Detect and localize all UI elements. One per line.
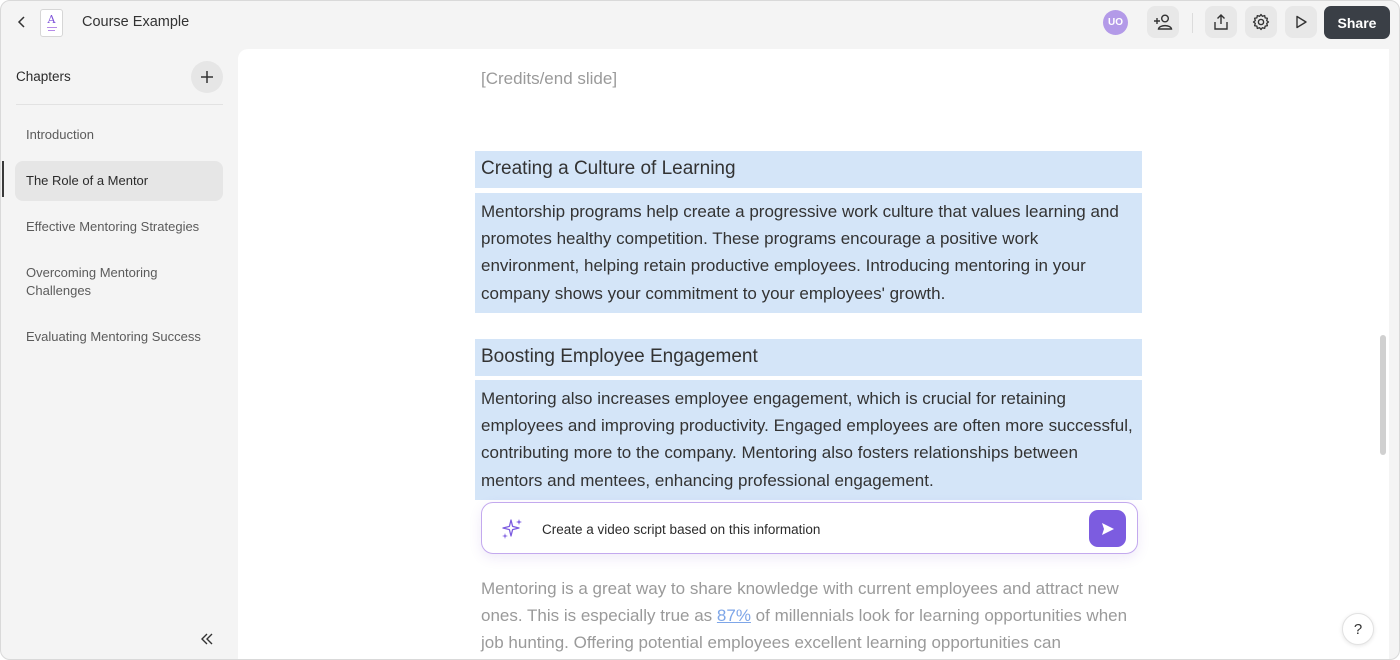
ai-prompt-input[interactable] bbox=[542, 519, 1082, 539]
chapter-list: Introduction The Role of a Mentor Effect… bbox=[1, 115, 237, 363]
chapter-item-overcoming-mentoring-challenges[interactable]: Overcoming Mentoring Challenges bbox=[15, 253, 185, 311]
section-heading[interactable]: Boosting Employee Engagement bbox=[475, 339, 1142, 376]
chapters-sidebar: Chapters Introduction The Role of a Ment… bbox=[1, 49, 237, 659]
ai-prompt-box bbox=[481, 502, 1138, 554]
document-icon-letter: A bbox=[47, 13, 56, 26]
double-chevron-left-icon bbox=[201, 633, 213, 645]
add-chapter-button[interactable] bbox=[191, 61, 223, 93]
section-heading[interactable]: Creating a Culture of Learning bbox=[475, 151, 1142, 188]
app-window: A Course Example UO Share Chapters Intro… bbox=[0, 0, 1400, 660]
section-paragraph[interactable]: Mentorship programs help create a progre… bbox=[475, 193, 1142, 313]
add-user-icon bbox=[1154, 14, 1173, 30]
sparkle-icon bbox=[500, 517, 524, 541]
export-button[interactable] bbox=[1205, 6, 1237, 38]
gear-icon bbox=[1252, 13, 1270, 31]
send-button[interactable] bbox=[1089, 510, 1126, 547]
export-icon bbox=[1214, 14, 1228, 30]
toolbar-divider bbox=[1192, 13, 1193, 33]
settings-button[interactable] bbox=[1245, 6, 1277, 38]
collapse-sidebar-button[interactable] bbox=[197, 629, 217, 649]
plus-icon bbox=[201, 71, 213, 83]
help-button[interactable]: ? bbox=[1342, 613, 1374, 645]
add-user-button[interactable] bbox=[1147, 6, 1179, 38]
document-icon: A bbox=[40, 9, 63, 37]
avatar[interactable]: UO bbox=[1103, 10, 1128, 35]
play-icon bbox=[1296, 15, 1307, 29]
sidebar-divider bbox=[16, 104, 223, 105]
credits-placeholder[interactable]: [Credits/end slide] bbox=[481, 69, 617, 89]
send-icon bbox=[1101, 522, 1114, 535]
preview-button[interactable] bbox=[1285, 6, 1317, 38]
chapter-item-introduction[interactable]: Introduction bbox=[15, 115, 223, 155]
share-button[interactable]: Share bbox=[1324, 6, 1390, 39]
chapter-item-role-of-a-mentor[interactable]: The Role of a Mentor bbox=[2, 161, 223, 201]
chevron-left-icon[interactable] bbox=[11, 11, 33, 33]
editor-canvas[interactable]: [Credits/end slide] Creating a Culture o… bbox=[238, 49, 1389, 659]
section-paragraph[interactable]: Mentoring also increases employee engage… bbox=[475, 380, 1142, 500]
scrollbar[interactable] bbox=[1380, 335, 1386, 455]
chapter-item-evaluating-mentoring-success[interactable]: Evaluating Mentoring Success bbox=[15, 317, 223, 357]
faded-paragraph[interactable]: Mentoring is a great way to share knowle… bbox=[481, 575, 1151, 657]
top-bar: A Course Example UO Share bbox=[1, 1, 1399, 45]
chapter-item-effective-mentoring-strategies[interactable]: Effective Mentoring Strategies bbox=[15, 207, 223, 247]
statistic-link[interactable]: 87% bbox=[717, 606, 751, 625]
chapters-heading: Chapters bbox=[16, 69, 71, 84]
document-title[interactable]: Course Example bbox=[82, 14, 189, 30]
